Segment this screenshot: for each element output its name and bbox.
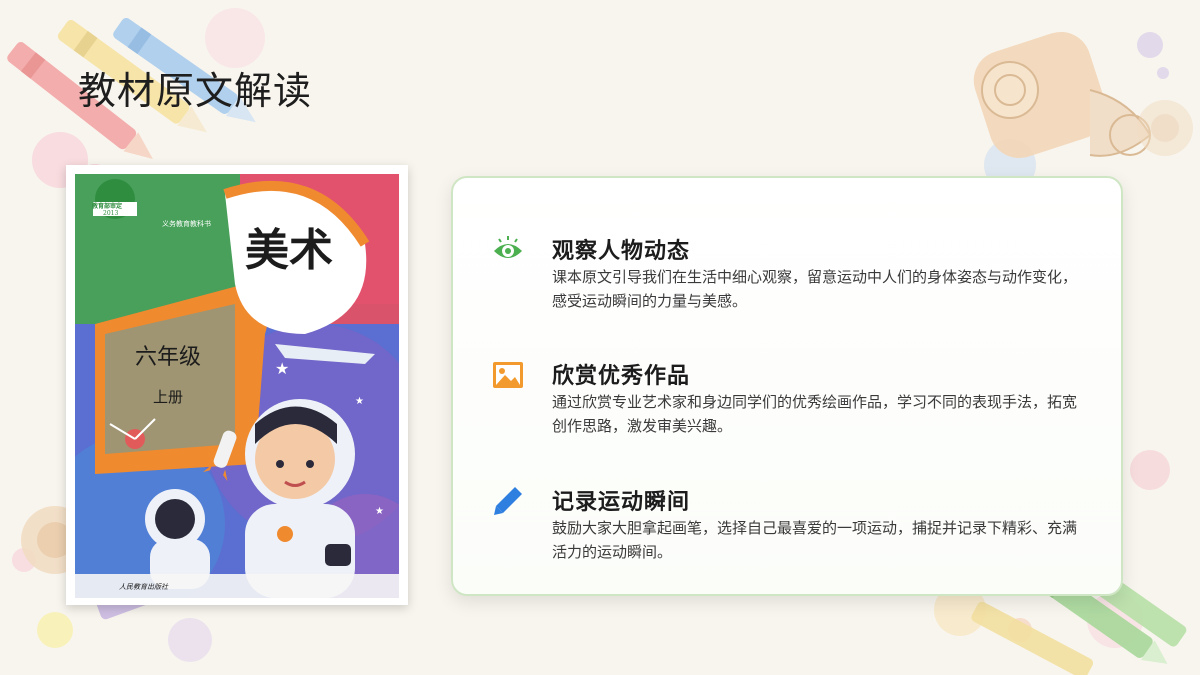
svg-text:★: ★ [375,506,384,517]
content-card: 观察人物动态 课本原文引导我们在生活中细心观察，留意运动中人们的身体姿态与动作变… [451,176,1123,596]
point-title: 观察人物动态 [552,238,691,264]
svg-text:★: ★ [355,396,364,407]
point-desc: 课本原文引导我们在生活中细心观察，留意运动中人们的身体姿态与动作变化，感受运动瞬… [552,268,1078,310]
point-desc: 鼓励大家大胆拿起画笔，选择自己最喜爱的一项运动，捕捉并记录下精彩、充满活力的运动… [552,519,1078,561]
cover-badge-year: 2013 [103,210,119,217]
cover-volume: 上册 [153,388,184,406]
point-desc: 通过欣赏专业艺术家和身边同学们的优秀绘画作品，学习不同的表现手法，拓宽创作思路，… [552,393,1078,435]
svg-text:★: ★ [275,359,289,378]
cover-publisher: 人民教育出版社 [119,583,168,591]
eye-icon [494,236,522,258]
cover-illustration: ★ ★ ★ ★ [75,174,399,598]
point-title: 记录运动瞬间 [552,489,691,515]
cover-subject: 美术 [245,225,333,276]
cover-grade: 六年级 [135,345,202,370]
cover-badge-label: 教育部审定 [92,203,123,210]
textbook-cover-frame: ★ ★ ★ ★ [66,165,408,605]
pencil-icon [494,487,522,515]
textbook-cover: ★ ★ ★ ★ [75,174,399,598]
cover-series: 义务教育教科书 [162,220,211,228]
picture-icon [493,362,523,388]
point-title: 欣赏优秀作品 [552,363,691,389]
page-title: 教材原文解读 [78,69,313,113]
